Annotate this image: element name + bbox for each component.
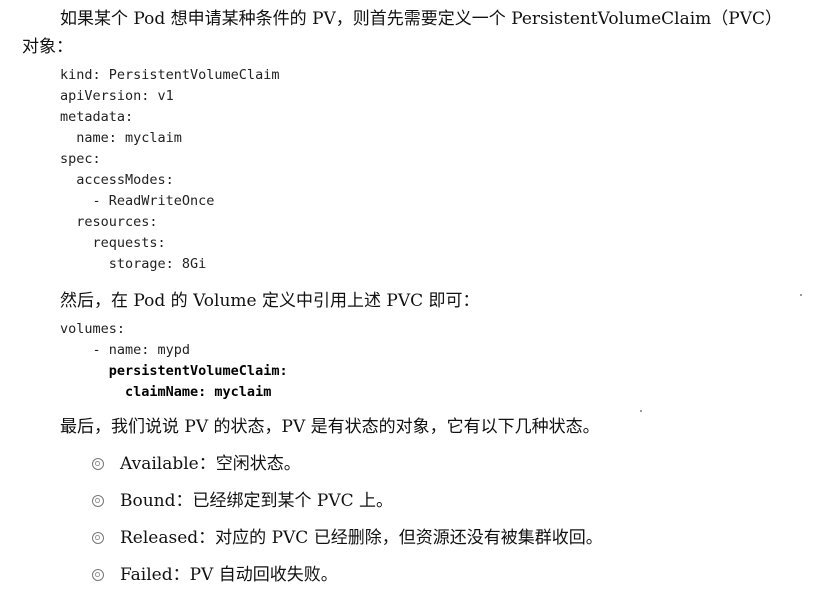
double-circle-bullet-icon xyxy=(92,458,104,470)
scan-speck xyxy=(800,294,802,296)
code-line: - ReadWriteOnce xyxy=(60,193,215,209)
scan-speck xyxy=(640,410,642,412)
state-description: ：空闲状态。 xyxy=(198,454,301,474)
list-item: Failed：PV 自动回收失败。 xyxy=(92,561,603,598)
code-line: volumes: xyxy=(60,321,126,337)
code-line: metadata: xyxy=(60,109,134,125)
state-name: Released xyxy=(120,528,199,548)
volume-intro-paragraph: 然后，在 Pod 的 Volume 定义中引用上述 PVC 即可： xyxy=(60,291,480,311)
code-line: accessModes: xyxy=(60,172,174,188)
state-name: Failed xyxy=(120,565,173,585)
code-line: - name: mypd xyxy=(60,342,191,358)
state-description: ：对应的 PVC 已经删除，但资源还没有被集群收回。 xyxy=(198,528,603,548)
status-intro-paragraph: 最后，我们说说 PV 的状态，PV 是有状态的对象，它有以下几种状态。 xyxy=(60,417,600,437)
double-circle-bullet-icon xyxy=(92,532,104,544)
pv-state-list: Available：空闲状态。 Bound：已经绑定到某个 PVC 上。 Rel… xyxy=(92,450,603,598)
code-line: name: myclaim xyxy=(60,130,182,146)
code-line: resources: xyxy=(60,214,158,230)
volume-yaml-code-block: volumes: - name: mypd persistentVolumeCl… xyxy=(60,319,288,403)
list-item: Bound：已经绑定到某个 PVC 上。 xyxy=(92,487,603,524)
pvc-yaml-code-block: kind: PersistentVolumeClaim apiVersion: v… xyxy=(60,65,279,275)
code-line: requests: xyxy=(60,235,166,251)
double-circle-bullet-icon xyxy=(92,569,104,581)
list-item: Available：空闲状态。 xyxy=(92,450,603,487)
state-name: Bound xyxy=(120,491,176,511)
intro-paragraph-line2: 对象： xyxy=(22,37,73,57)
code-line-highlighted: claimName: myclaim xyxy=(60,384,272,400)
code-line: spec: xyxy=(60,151,101,167)
list-item: Released：对应的 PVC 已经删除，但资源还没有被集群收回。 xyxy=(92,524,603,561)
state-description: ：PV 自动回收失败。 xyxy=(172,565,338,585)
code-line: kind: PersistentVolumeClaim xyxy=(60,67,280,83)
code-line-highlighted: persistentVolumeClaim: xyxy=(60,363,288,379)
state-description: ：已经绑定到某个 PVC 上。 xyxy=(175,491,394,511)
code-line: apiVersion: v1 xyxy=(60,88,174,104)
double-circle-bullet-icon xyxy=(92,495,104,507)
document-page: 如果某个 Pod 想申请某种条件的 PV，则首先需要定义一个 Persisten… xyxy=(0,0,825,601)
state-name: Available xyxy=(120,454,199,474)
code-line: storage: 8Gi xyxy=(60,256,207,272)
intro-paragraph-line1: 如果某个 Pod 想申请某种条件的 PV，则首先需要定义一个 Persisten… xyxy=(60,9,782,29)
